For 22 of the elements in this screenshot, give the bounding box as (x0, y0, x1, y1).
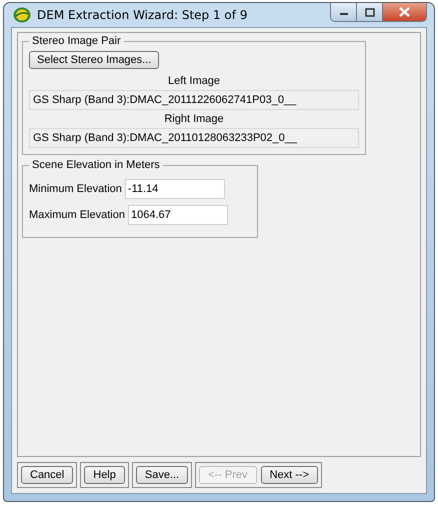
input-field[interactable]: -11.14 (124, 179, 225, 199)
select-images-button[interactable]: Select Stereo Images... (29, 51, 160, 69)
maximize-button[interactable] (357, 3, 383, 21)
minimize-button[interactable] (331, 3, 357, 21)
field-label: Minimum Elevation (29, 183, 122, 195)
wizard-button[interactable]: Cancel (21, 466, 74, 484)
field-label: Maximum Elevation (29, 209, 125, 221)
group-title: Scene Elevation in Meters (31, 159, 161, 171)
image-label: Left Image (167, 75, 221, 87)
image-label: Right Image (163, 113, 225, 125)
wizard-button[interactable]: Next --> (260, 466, 318, 484)
globe-icon (13, 7, 31, 23)
window-title: DEM Extraction Wizard: Step 1 of 9 (37, 8, 248, 22)
wizard-button[interactable]: Save... (136, 466, 188, 484)
group-title: Stereo Image Pair (31, 35, 122, 47)
input-field[interactable]: 1064.67 (128, 205, 228, 225)
close-icon (399, 7, 410, 17)
maximize-icon (364, 8, 374, 16)
image-field[interactable]: GS Sharp (Band 3):DMAC_20110128063233P02_0__ (29, 128, 359, 148)
close-button[interactable] (383, 3, 426, 21)
image-field[interactable]: GS Sharp (Band 3):DMAC_20111226062741P03_0__ (29, 90, 359, 110)
wizard-button[interactable]: Help (84, 466, 125, 484)
